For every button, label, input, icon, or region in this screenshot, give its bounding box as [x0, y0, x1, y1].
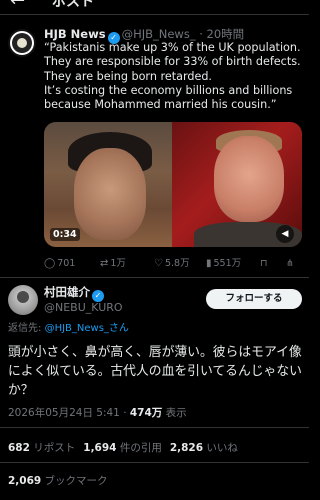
like-count: 5.8万 [164, 258, 190, 269]
likes-stat[interactable]: 2,826 いいね [170, 442, 238, 454]
tweet-metadata: 2026年05月24日 5:41 · 474万 表示 [8, 406, 187, 420]
top-bar: ← ポスト [0, 0, 309, 14]
murata-avatar[interactable] [8, 285, 38, 315]
quotes-stat[interactable]: 1,694 件の引用 [83, 442, 162, 454]
meta-divider [0, 427, 309, 428]
hjb-news-avatar[interactable] [8, 29, 36, 57]
engagement-stats: 682 リポスト 1,694 件の引用 2,826 いいね [8, 441, 238, 455]
repost-button[interactable]: ⇄ 1万 [100, 257, 126, 271]
back-arrow-icon[interactable]: ← [10, 0, 25, 11]
main-author-handle[interactable]: @NEBU_KURO [44, 301, 123, 315]
reposts-stat-count: 682 [8, 442, 30, 454]
reply-to-line: 返信先: @HJB_News_さん [8, 322, 129, 335]
video-thumbnail[interactable]: 0:34 ◀ [44, 122, 302, 247]
quotes-stat-count: 1,694 [83, 442, 117, 454]
reply-to-prefix: 返信先: [8, 323, 45, 334]
author-name-text: 村田雄介 [44, 285, 90, 299]
main-author-name[interactable]: 村田雄介 ✓ [44, 285, 106, 302]
like-button[interactable]: ♡ 5.8万 [154, 257, 190, 271]
views-icon: ▮ [206, 258, 212, 269]
bookmarks-stat-count: 2,069 [8, 475, 42, 487]
quoted-tweet-text: “Pakistanis make up 3% of the UK populat… [44, 41, 301, 112]
reply-icon: ◯ [44, 258, 56, 269]
quoted-tweet-actions: ◯ 701 ⇄ 1万 ♡ 5.8万 ▮ 551万 ⊓ ⋔ [44, 257, 304, 271]
likes-stat-count: 2,826 [169, 442, 204, 454]
reposts-stat-label: リポスト [29, 442, 76, 454]
main-tweet-text: 頭が小さく、鼻が高く、唇が薄い。彼らはモアイ像によく似ている。古代人の血を引いて… [8, 345, 302, 398]
video-duration: 0:34 [50, 228, 80, 241]
repost-icon: ⇄ [100, 258, 109, 269]
heart-icon: ♡ [154, 258, 163, 269]
reposts-stat[interactable]: 682 リポスト [8, 442, 75, 454]
reply-to-link[interactable]: @HJB_News_さん [45, 323, 129, 334]
repost-count: 1万 [110, 258, 126, 269]
header-divider [0, 14, 309, 15]
follow-button[interactable]: フォローする [206, 289, 302, 309]
bookmark-icon[interactable]: ⊓ [260, 257, 267, 271]
tweet-divider [0, 277, 309, 278]
person-left-image [74, 148, 146, 240]
bookmarks-stat-label: ブックマーク [41, 475, 108, 487]
quoted-handle-time[interactable]: @HJB_News_ · 20時間 [122, 27, 245, 41]
mute-icon[interactable]: ◀ [276, 225, 294, 243]
person-right-image [214, 136, 284, 222]
views-count: 551万 [213, 258, 242, 269]
quoted-author-name[interactable]: HJB News [44, 27, 106, 41]
tweet-view-count: 474万 [129, 407, 163, 419]
stats-divider [0, 462, 309, 463]
page-title: ポスト [52, 0, 94, 10]
share-icon[interactable]: ⋔ [286, 257, 294, 271]
bookmarks-stat[interactable]: 2,069 ブックマーク [8, 474, 108, 488]
tweet-view-label: 表示 [162, 407, 187, 419]
quotes-stat-label: 件の引用 [116, 442, 162, 454]
views-button[interactable]: ▮ 551万 [206, 257, 241, 271]
reply-button[interactable]: ◯ 701 [44, 257, 75, 271]
tweet-timestamp[interactable]: 2026年05月24日 5:41 · [8, 407, 130, 419]
likes-stat-label: いいね [203, 442, 238, 454]
reply-count: 701 [57, 258, 76, 269]
